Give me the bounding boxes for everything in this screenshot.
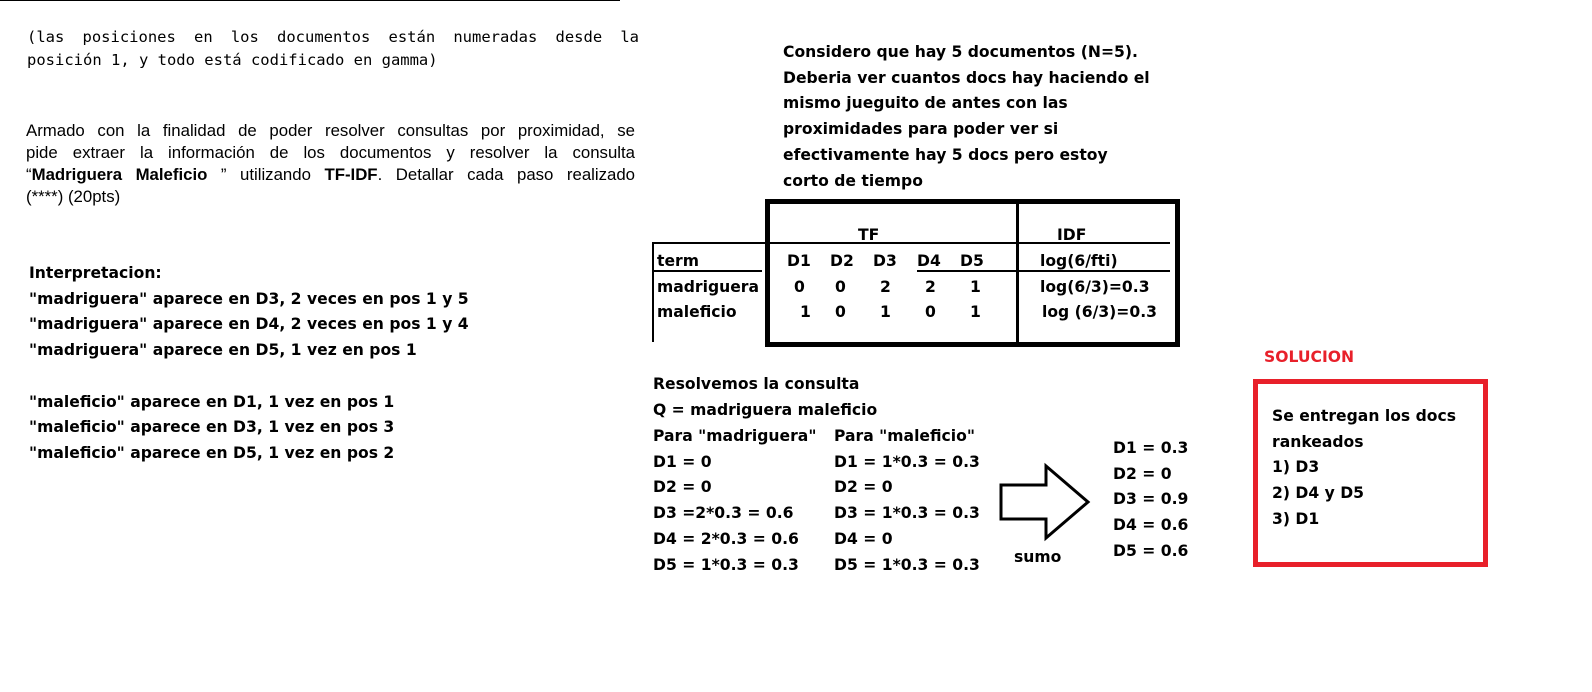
tf-cell: 0 <box>925 303 936 321</box>
table-subheader-rule <box>652 270 762 272</box>
exam-task-line-2: pide extraer la información de los docum… <box>26 143 635 162</box>
row-term: madriguera <box>657 278 760 296</box>
interpretation-title: Interpretacion: <box>29 264 162 282</box>
table-header-rule <box>652 242 1170 244</box>
tf-cell: 0 <box>835 278 846 296</box>
doc-header-d5: D5 <box>960 252 984 270</box>
interpretation-section: Interpretacion: "madriguera" aparece en … <box>29 261 469 467</box>
interpretation-line: "maleficio" aparece en D3, 1 vez en pos … <box>29 418 395 437</box>
doc-header-d3: D3 <box>873 252 897 270</box>
tf-cell: 2 <box>925 278 936 296</box>
summed-scores: D1 = 0.3 D2 = 0 D3 = 0.9 D4 = 0.6 D5 = 0… <box>1113 436 1188 565</box>
doc-header-d2: D2 <box>830 252 854 270</box>
madriguera-score: D1 = 0 <box>653 452 712 471</box>
table-subheader-rule <box>917 270 1017 272</box>
solution-content: Se entregan los docs rankeados 1) D3 2) … <box>1272 404 1456 533</box>
tf-cell: 0 <box>835 303 846 321</box>
summed-score: D3 = 0.9 <box>1113 490 1189 509</box>
consideration-line: Deberia ver cuantos docs hay haciendo el <box>783 68 1150 87</box>
consideration-line: efectivamente hay 5 docs pero estoy <box>783 145 1108 164</box>
solution-label: SOLUCION <box>1264 348 1355 366</box>
interpretation-line: "maleficio" aparece en D5, 1 vez en pos … <box>29 443 395 462</box>
maleficio-scores: Para "maleficio" D1 = 1*0.3 = 0.3 D2 = 0… <box>834 424 980 578</box>
solution-line: Se entregan los docs <box>1272 407 1457 425</box>
tf-cell: 1 <box>880 303 891 321</box>
resolution-heading: Resolvemos la consulta Q = madriguera ma… <box>653 372 877 423</box>
resolution-title: Resolvemos la consulta <box>653 375 860 393</box>
exam-note: (las posiciones en los documentos están … <box>27 26 639 72</box>
exam-task: Armado con la finalidad de poder resolve… <box>26 120 635 208</box>
maleficio-header: Para "maleficio" <box>834 427 975 445</box>
arrow-label: sumo <box>1014 548 1062 566</box>
tf-header: TF <box>858 226 880 244</box>
tf-cell: 1 <box>970 278 981 296</box>
interpretation-line: "madriguera" aparece en D3, 2 veces en p… <box>29 289 469 308</box>
solution-box: Se entregan los docs rankeados 1) D3 2) … <box>1253 379 1488 567</box>
top-rule <box>0 0 620 1</box>
exam-task-line-3: “Madriguera Maleficio ” utilizando TF-ID… <box>26 165 636 184</box>
solution-line: rankeados <box>1272 432 1364 451</box>
idf-cell: log(6/3)=0.3 <box>1040 278 1150 296</box>
interpretation-line: "madriguera" aparece en D5, 1 vez en pos… <box>29 341 417 360</box>
summed-score: D2 = 0 <box>1113 464 1172 483</box>
right-arrow-icon <box>999 462 1091 542</box>
interpretation-line: "madriguera" aparece en D4, 2 veces en p… <box>29 315 469 334</box>
exam-note-line-1: (las posiciones en los documentos están … <box>27 28 639 46</box>
query-terms: Madriguera Maleficio <box>31 165 208 184</box>
madriguera-header: Para "madriguera" <box>653 427 817 445</box>
madriguera-score: D2 = 0 <box>653 478 712 497</box>
tf-cell: 1 <box>800 303 811 321</box>
idf-cell: log (6/3)=0.3 <box>1042 303 1157 321</box>
maleficio-score: D1 = 1*0.3 = 0.3 <box>834 452 980 471</box>
summed-score: D5 = 0.6 <box>1113 541 1189 560</box>
idf-header: IDF <box>1057 226 1087 244</box>
exam-task-line-4: (****) (20pts) <box>26 187 121 206</box>
tf-cell: 0 <box>794 278 805 296</box>
tf-cell: 2 <box>880 278 891 296</box>
table-outer-border <box>765 199 1180 347</box>
solution-rank: 3) D1 <box>1272 509 1320 528</box>
row-term: maleficio <box>657 303 737 321</box>
table-tf-idf-divider <box>1016 204 1019 342</box>
consideration-line: proximidades para poder ver si <box>783 120 1059 139</box>
consideration-note: Considero que hay 5 documentos (N=5). De… <box>783 40 1150 194</box>
table-left-rule <box>652 242 654 342</box>
summed-score: D4 = 0.6 <box>1113 516 1189 535</box>
consideration-line: Considero que hay 5 documentos (N=5). <box>783 43 1138 61</box>
doc-header-d1: D1 <box>787 252 811 270</box>
madriguera-score: D4 = 2*0.3 = 0.6 <box>653 529 799 548</box>
tf-cell: 1 <box>970 303 981 321</box>
table-subheader-rule <box>1019 270 1170 272</box>
madriguera-scores: Para "madriguera" D1 = 0 D2 = 0 D3 =2*0.… <box>653 424 816 578</box>
maleficio-score: D2 = 0 <box>834 478 893 497</box>
exam-note-line-2: posición 1, y todo está codificado en ga… <box>27 51 438 69</box>
doc-header-d4: D4 <box>917 252 941 270</box>
resolution-query: Q = madriguera maleficio <box>653 400 878 419</box>
maleficio-score: D4 = 0 <box>834 529 893 548</box>
madriguera-score: D5 = 1*0.3 = 0.3 <box>653 555 799 574</box>
method-name: TF-IDF <box>324 165 378 184</box>
term-header: term <box>657 252 699 270</box>
solution-rank: 1) D3 <box>1272 458 1320 477</box>
idf-formula: log(6/fti) <box>1040 252 1118 270</box>
summed-score: D1 = 0.3 <box>1113 439 1189 457</box>
solution-rank: 2) D4 y D5 <box>1272 484 1365 503</box>
exam-task-line-1: Armado con la finalidad de poder resolve… <box>26 121 635 140</box>
interpretation-line: "maleficio" aparece en D1, 1 vez en pos … <box>29 392 395 411</box>
consideration-line: corto de tiempo <box>783 171 923 190</box>
maleficio-score: D5 = 1*0.3 = 0.3 <box>834 555 980 574</box>
maleficio-score: D3 = 1*0.3 = 0.3 <box>834 504 980 523</box>
madriguera-score: D3 =2*0.3 = 0.6 <box>653 504 794 523</box>
consideration-line: mismo jueguito de antes con las <box>783 94 1068 113</box>
